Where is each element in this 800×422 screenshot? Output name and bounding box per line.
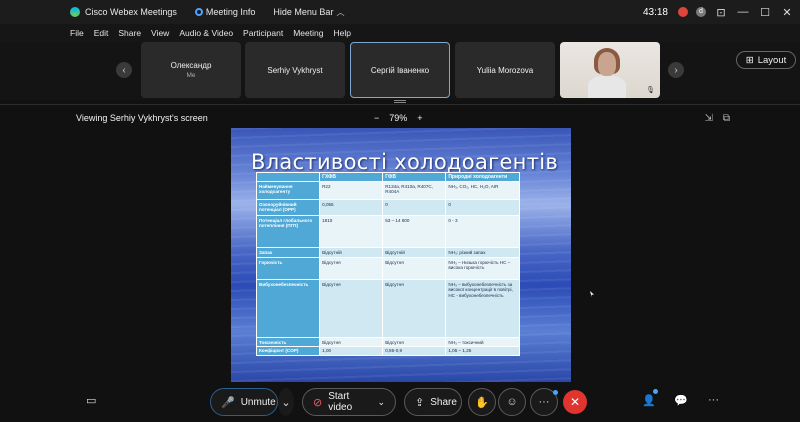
menu-meeting[interactable]: Meeting [293, 28, 323, 38]
mouse-cursor [590, 291, 594, 297]
share-view-bar: Viewing Serhiy Vykhryst's screen − 79% +… [0, 108, 800, 128]
close-icon: ✕ [569, 395, 581, 409]
slide-title: Властивості холодоагентів [251, 150, 559, 174]
raise-hand-button[interactable]: ✋ [468, 388, 496, 416]
captions-icon[interactable]: ▭ [86, 394, 96, 407]
annotate-icon[interactable]: ⇲ [704, 113, 712, 124]
shared-screen: Властивості холодоагентів ГХФВ ГФВ Приро… [231, 128, 571, 382]
title-bar: Cisco Webex Meetings Meeting Info Hide M… [0, 0, 800, 24]
participant-video-tile[interactable]: 🎙 [560, 42, 660, 98]
recording-icon [678, 7, 688, 17]
camera-off-icon: ⊘ [313, 396, 323, 409]
table-row: Вибухонебезпечність Відсутня Відсутня NH… [255, 279, 520, 339]
participant-strip: ‹ Олександр Me Serhiy Vykhryst Сергій Ів… [0, 42, 800, 100]
start-video-button[interactable]: ⊘ Start video ⌄ [302, 388, 396, 416]
zoom-level: 79% [389, 113, 408, 123]
more-panels-icon[interactable]: ··· [708, 394, 719, 406]
webex-logo-icon [70, 7, 80, 17]
menu-audio-video[interactable]: Audio & Video [179, 28, 233, 38]
close-button[interactable]: ✕ [780, 6, 794, 19]
emoji-icon: ☺ [506, 396, 518, 408]
participants-notification-dot [653, 389, 658, 394]
table-row: Потенціал глобального потепління (ПГП) 1… [255, 215, 520, 249]
leave-meeting-button[interactable]: ✕ [563, 390, 587, 414]
chevron-down-icon: ⌄ [281, 396, 291, 409]
chevron-up-icon: ︿ [336, 7, 345, 17]
maximize-button[interactable]: ☐ [758, 6, 772, 19]
mic-muted-icon: 🎤 [221, 396, 235, 409]
notification-dot [553, 390, 558, 395]
layout-icon: ⊞ [745, 54, 754, 66]
meeting-info-button[interactable]: Meeting Info [194, 7, 255, 17]
audio-options-button[interactable]: ⌄ [278, 388, 294, 416]
menu-view[interactable]: View [151, 28, 169, 38]
table-header-row: ГХФВ ГФВ Природні холодоагенти [255, 171, 520, 183]
strip-resize-handle[interactable] [394, 100, 406, 103]
hand-icon: ✋ [475, 396, 489, 409]
strip-next-button[interactable]: › [668, 62, 684, 78]
chevron-right-icon: › [674, 64, 678, 76]
participant-tile[interactable]: Yuliia Morozova [455, 42, 555, 98]
table-row: Запах Відсутній Відсутній NH₃: різкий за… [255, 247, 520, 259]
ellipsis-icon: ··· [538, 396, 550, 408]
popout-icon[interactable]: ⧉ [723, 113, 730, 124]
unmute-button[interactable]: 🎤 Unmute [210, 388, 278, 416]
share-icon: ⇪ [415, 396, 425, 409]
minimize-button[interactable]: — [736, 6, 750, 18]
zoom-out-button[interactable]: − [374, 113, 379, 123]
user-avatar[interactable]: d [696, 7, 706, 17]
chevron-left-icon: ‹ [122, 64, 126, 76]
chat-icon[interactable]: 💬 [674, 394, 688, 407]
participant-tile[interactable]: Олександр Me [141, 42, 241, 98]
strip-prev-button[interactable]: ‹ [116, 62, 132, 78]
participant-tile-active[interactable]: Сергій Іваненко [350, 42, 450, 98]
mic-off-icon: 🎙 [646, 87, 655, 94]
table-row: Коефіцієнт (COP) 1,00 0,85-0,9 1,05 – 1,… [255, 346, 520, 357]
zoom-in-button[interactable]: + [417, 113, 422, 123]
zoom-control: − 79% + [374, 113, 423, 123]
menu-share[interactable]: Share [118, 28, 141, 38]
table-row: Найменування холодоагенту R22 R134a, R41… [255, 181, 520, 201]
table-row: Озоноруйнівний потенціал (ОРР) 0,055 0 0 [255, 199, 520, 217]
share-button[interactable]: ⇪ Share [404, 388, 462, 416]
menu-participant[interactable]: Participant [243, 28, 283, 38]
layout-button[interactable]: ⊞ Layout [736, 51, 796, 69]
info-icon [194, 8, 203, 16]
divider [0, 104, 800, 105]
refrigerant-table: ГХФВ ГФВ Природні холодоагенти Найменува… [255, 171, 520, 357]
menu-file[interactable]: File [70, 28, 84, 38]
chevron-down-icon: ⌄ [377, 396, 385, 407]
participant-tile[interactable]: Serhiy Vykhryst [245, 42, 345, 98]
table-row: Горючість Відсутня Відсутня NH₃ – Низька… [255, 257, 520, 281]
reactions-button[interactable]: ☺ [498, 388, 526, 416]
table-row: Токсичність Відсутня Відсутня NH₃ – токс… [255, 337, 520, 348]
app-title: Cisco Webex Meetings [85, 7, 177, 17]
restore-window-button[interactable]: ⊡ [714, 6, 728, 19]
viewing-label: Viewing Serhiy Vykhryst's screen [76, 113, 208, 123]
meeting-timer: 43:18 [642, 6, 668, 18]
menu-edit[interactable]: Edit [94, 28, 109, 38]
hide-menu-bar-button[interactable]: Hide Menu Bar ︿ [273, 7, 344, 18]
menu-bar: File Edit Share View Audio & Video Parti… [0, 24, 800, 42]
meeting-controls: ▭ 🎤 Unmute ⌄ ⊘ Start video ⌄ ⇪ Share ✋ ☺… [0, 384, 800, 422]
participants-icon[interactable]: 👤 [642, 394, 656, 407]
menu-help[interactable]: Help [333, 28, 350, 38]
